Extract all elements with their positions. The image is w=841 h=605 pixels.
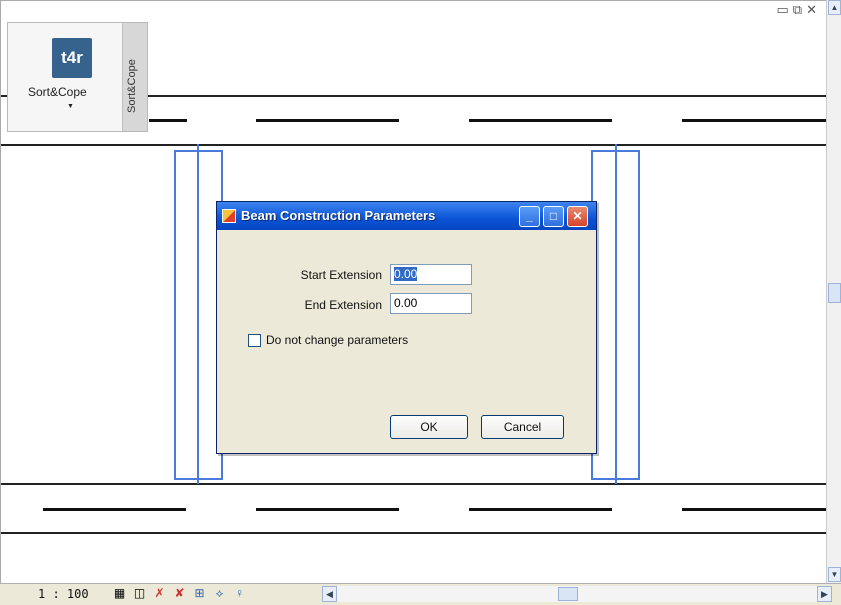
beam-line: [469, 508, 612, 511]
ribbon-panel: t4r Sort&Cope ▼ Sort&Cope: [7, 22, 148, 132]
sun-path-icon[interactable]: ✗: [152, 586, 167, 601]
beam-line: [43, 508, 186, 511]
grid-line: [1, 532, 827, 534]
hide-isolate-icon[interactable]: ⟡: [212, 586, 227, 601]
close-icon[interactable]: ✕: [806, 2, 821, 17]
beam-line: [256, 119, 399, 122]
dropdown-arrow-icon[interactable]: ▼: [67, 103, 74, 110]
reveal-hidden-icon[interactable]: ♀: [232, 586, 247, 601]
dialog-titlebar[interactable]: Beam Construction Parameters _ □ ✕: [217, 202, 596, 230]
end-extension-label: End Extension: [304, 298, 382, 312]
start-extension-input[interactable]: 0.00: [390, 264, 472, 285]
dialog-minimize-icon[interactable]: _: [519, 206, 540, 227]
beam-line: [149, 119, 187, 122]
dialog-title: Beam Construction Parameters: [241, 208, 436, 223]
start-extension-label: Start Extension: [300, 268, 382, 282]
horizontal-scroll-thumb[interactable]: [558, 587, 578, 601]
minimize-icon[interactable]: ▭: [777, 2, 793, 17]
horizontal-scrollbar[interactable]: ◀ ▶: [322, 586, 832, 602]
app-icon: [222, 209, 236, 223]
do-not-change-checkbox[interactable]: [248, 334, 261, 347]
column-centerline-right: [615, 144, 617, 484]
dialog-maximize-icon[interactable]: □: [543, 206, 564, 227]
end-extension-input[interactable]: 0.00: [390, 293, 472, 314]
window-controls: ▭⧉✕: [777, 2, 822, 18]
beam-line: [682, 508, 827, 511]
ribbon-panel-tab-label: Sort&Cope: [126, 59, 138, 113]
ok-button[interactable]: OK: [390, 415, 468, 439]
beam-construction-dialog: Beam Construction Parameters _ □ ✕ Start…: [216, 201, 597, 454]
beam-line: [682, 119, 827, 122]
scroll-left-icon[interactable]: ◀: [322, 586, 337, 602]
status-bar: 1 : 100 ▦ ◫ ✗ ✘ ⊞ ⟡ ♀ ◀ ▶: [0, 583, 841, 605]
dialog-close-icon[interactable]: ✕: [567, 206, 588, 227]
grid-line: [1, 144, 827, 146]
vertical-scrollbar[interactable]: ▲ ▼: [826, 0, 841, 583]
visual-style-icon[interactable]: ◫: [132, 586, 147, 601]
end-extension-value: 0.00: [394, 296, 418, 310]
beam-line: [469, 119, 612, 122]
ribbon-panel-tab[interactable]: Sort&Cope: [122, 23, 147, 131]
start-extension-value: 0.00: [394, 267, 418, 281]
shadows-icon[interactable]: ✘: [172, 586, 187, 601]
sort-cope-button-label[interactable]: Sort&Cope: [28, 85, 87, 99]
t4r-logo-icon[interactable]: t4r: [52, 38, 92, 78]
view-scale[interactable]: 1 : 100: [38, 587, 89, 601]
scroll-up-icon[interactable]: ▲: [828, 0, 841, 15]
scroll-right-icon[interactable]: ▶: [817, 586, 832, 602]
grid-line: [1, 483, 827, 485]
column-centerline-left: [197, 144, 199, 484]
restore-icon[interactable]: ⧉: [793, 2, 806, 17]
crop-view-icon[interactable]: ⊞: [192, 586, 207, 601]
do-not-change-label[interactable]: Do not change parameters: [266, 333, 408, 347]
cancel-button[interactable]: Cancel: [481, 415, 564, 439]
vertical-scroll-thumb[interactable]: [828, 283, 841, 303]
beam-line: [256, 508, 399, 511]
scroll-down-icon[interactable]: ▼: [828, 567, 841, 582]
detail-level-icon[interactable]: ▦: [112, 586, 127, 601]
